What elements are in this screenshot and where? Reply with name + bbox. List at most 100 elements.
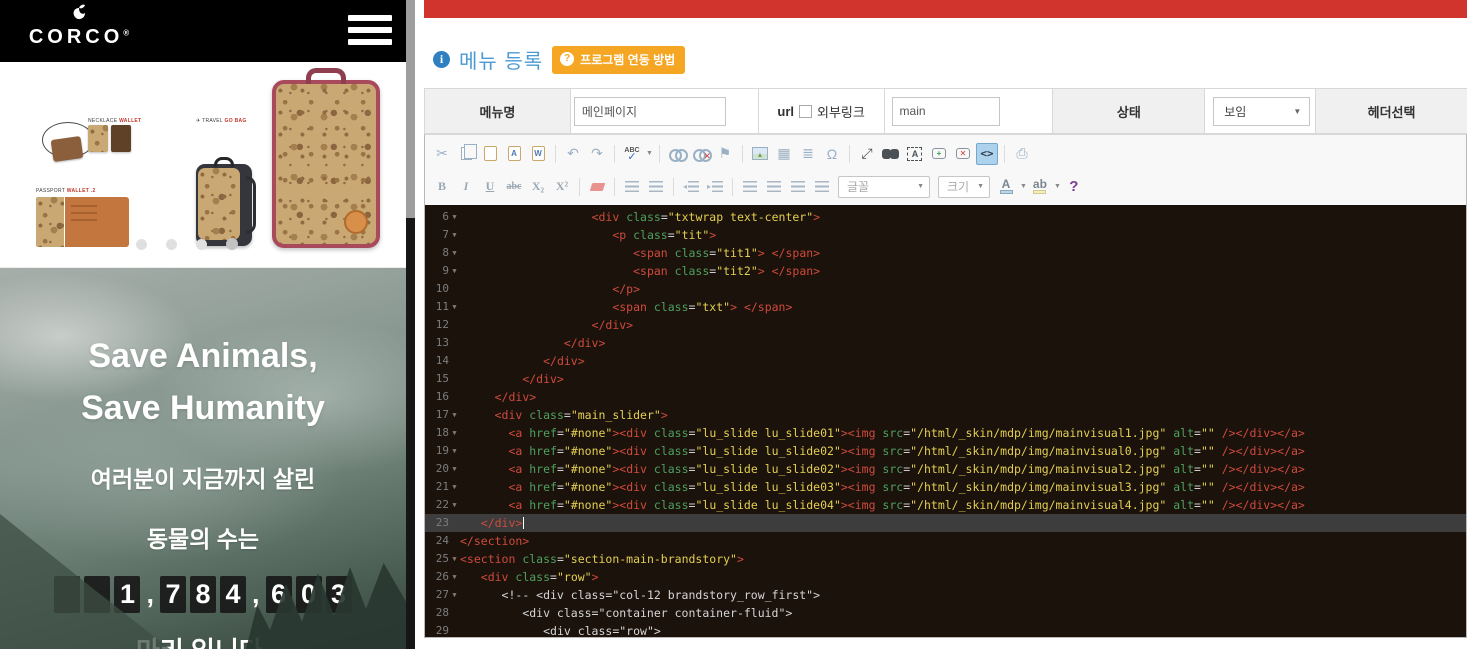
insert-table-icon[interactable]: ▦ [773, 143, 795, 165]
decrease-indent-icon[interactable]: ◂ [680, 176, 702, 198]
unlink-icon[interactable]: ✕ [690, 143, 712, 165]
large-backpack-image[interactable] [272, 80, 380, 248]
program-link-help-button[interactable]: ? 프로그램 연동 방법 [552, 46, 685, 74]
paste-from-word-icon[interactable]: W [527, 143, 549, 165]
fold-arrow-icon[interactable]: ▼ [449, 478, 460, 496]
code-line[interactable]: 29 <div class="row"> [425, 622, 1466, 637]
align-center-icon[interactable] [763, 176, 785, 198]
fold-arrow-icon[interactable]: ▼ [449, 424, 460, 442]
fold-arrow-icon[interactable]: ▼ [449, 298, 460, 316]
increase-indent-icon[interactable]: ▸ [704, 176, 726, 198]
special-character-icon[interactable]: Ω [821, 143, 843, 165]
fold-arrow-icon[interactable]: ▼ [449, 208, 460, 226]
fold-arrow-icon[interactable]: ▼ [449, 496, 460, 514]
code-line[interactable]: 13 </div> [425, 334, 1466, 352]
fold-arrow-icon[interactable]: ▼ [449, 442, 460, 460]
preview-scrollbar-thumb[interactable] [406, 0, 415, 218]
remove-block-icon[interactable]: ✕ [952, 143, 974, 165]
code-line[interactable]: 8▼ <span class="tit1"> </span> [425, 244, 1466, 262]
code-line[interactable]: 6▼ <div class="txtwrap text-center"> [425, 208, 1466, 226]
fold-arrow-icon[interactable]: ▼ [449, 586, 460, 604]
menu-name-input[interactable] [574, 97, 726, 126]
passport-wallet-right-image[interactable] [65, 197, 129, 247]
paste-icon[interactable] [479, 143, 501, 165]
necklace-wallet-image[interactable] [51, 136, 84, 162]
hamburger-menu-icon[interactable] [348, 15, 392, 46]
url-input[interactable] [892, 97, 1000, 126]
redo-icon[interactable]: ↷ [586, 143, 608, 165]
numbered-list-icon[interactable] [621, 176, 643, 198]
anchor-flag-icon[interactable]: ⚑ [714, 143, 736, 165]
code-line[interactable]: 27▼ <!-- <div class="col-12 brandstory_r… [425, 586, 1466, 604]
cut-icon[interactable]: ✂ [431, 143, 453, 165]
print-icon[interactable]: ⎙ [1011, 143, 1033, 165]
code-line[interactable]: 26▼ <div class="row"> [425, 568, 1466, 586]
code-line[interactable]: 28 <div class="container container-fluid… [425, 604, 1466, 622]
strikethrough-icon[interactable]: abc [503, 176, 525, 198]
add-block-icon[interactable]: + [928, 143, 950, 165]
carousel-dot-active[interactable] [226, 238, 238, 250]
carousel-dot[interactable] [196, 239, 207, 250]
align-left-icon[interactable] [739, 176, 761, 198]
code-line[interactable]: 25▼<section class="section-main-brandsto… [425, 550, 1466, 568]
fold-arrow-icon[interactable]: ▼ [449, 226, 460, 244]
code-line-active[interactable]: 23 </div> [425, 514, 1466, 532]
underline-icon[interactable]: U [479, 176, 501, 198]
code-line[interactable]: 21▼ <a href="#none"><div class="lu_slide… [425, 478, 1466, 496]
fold-arrow-icon[interactable]: ▼ [449, 244, 460, 262]
bulleted-list-icon[interactable] [645, 176, 667, 198]
align-right-icon[interactable] [787, 176, 809, 198]
preview-scrollbar-track[interactable] [406, 0, 415, 649]
small-backpack-image[interactable] [196, 164, 252, 246]
maximize-icon[interactable]: ⤢ [856, 143, 878, 165]
select-all-icon[interactable]: A [904, 143, 926, 165]
spellcheck-icon[interactable]: ABC ✓ [621, 143, 643, 165]
code-line[interactable]: 7▼ <p class="tit"> [425, 226, 1466, 244]
text-color-icon[interactable]: A [995, 176, 1017, 198]
status-select[interactable]: 보임 ▼ [1213, 97, 1310, 126]
code-line[interactable]: 15 </div> [425, 370, 1466, 388]
insert-image-icon[interactable]: ▲ [749, 143, 771, 165]
undo-icon[interactable]: ↶ [562, 143, 584, 165]
horizontal-line-icon[interactable]: ≣ [797, 143, 819, 165]
code-line[interactable]: 9▼ <span class="tit2"> </span> [425, 262, 1466, 280]
source-view-icon[interactable]: <> [976, 143, 998, 165]
chevron-down-icon[interactable]: ▼ [646, 150, 653, 157]
font-family-dropdown[interactable]: 글꼴▼ [838, 176, 930, 198]
passport-wallet-left-image[interactable] [36, 197, 64, 247]
chevron-down-icon[interactable]: ▼ [1054, 183, 1061, 190]
code-line[interactable]: 19▼ <a href="#none"><div class="lu_slide… [425, 442, 1466, 460]
italic-icon[interactable]: I [455, 176, 477, 198]
carousel-dot[interactable] [136, 239, 147, 250]
code-line[interactable]: 12 </div> [425, 316, 1466, 334]
code-line[interactable]: 14 </div> [425, 352, 1466, 370]
align-justify-icon[interactable] [811, 176, 833, 198]
code-line[interactable]: 10 </p> [425, 280, 1466, 298]
carousel-dot[interactable] [166, 239, 177, 250]
code-line[interactable]: 20▼ <a href="#none"><div class="lu_slide… [425, 460, 1466, 478]
code-line[interactable]: 18▼ <a href="#none"><div class="lu_slide… [425, 424, 1466, 442]
code-line[interactable]: 24</section> [425, 532, 1466, 550]
cork-wallet-image[interactable] [88, 125, 108, 152]
code-line[interactable]: 17▼ <div class="main_slider"> [425, 406, 1466, 424]
subscript-icon[interactable]: X₂ [527, 176, 549, 198]
code-line[interactable]: 11▼ <span class="txt"> </span> [425, 298, 1466, 316]
fold-arrow-icon[interactable]: ▼ [449, 262, 460, 280]
leather-wallet-image[interactable] [111, 125, 131, 152]
find-replace-icon[interactable] [880, 143, 902, 165]
bold-icon[interactable]: B [431, 176, 453, 198]
link-icon[interactable] [666, 143, 688, 165]
font-size-dropdown[interactable]: 크기▼ [938, 176, 990, 198]
remove-format-icon[interactable] [586, 176, 608, 198]
fold-arrow-icon[interactable]: ▼ [449, 568, 460, 586]
site-logo[interactable]: CORCO® [24, 4, 134, 48]
superscript-icon[interactable]: X² [551, 176, 573, 198]
source-code-editor[interactable]: 6▼ <div class="txtwrap text-center">7▼ <… [425, 205, 1466, 637]
fold-arrow-icon[interactable]: ▼ [449, 550, 460, 568]
chevron-down-icon[interactable]: ▼ [1020, 183, 1027, 190]
code-line[interactable]: 22▼ <a href="#none"><div class="lu_slide… [425, 496, 1466, 514]
code-line[interactable]: 16 </div> [425, 388, 1466, 406]
background-color-icon[interactable]: ab [1029, 176, 1051, 198]
copy-icon[interactable] [455, 143, 477, 165]
fold-arrow-icon[interactable]: ▼ [449, 460, 460, 478]
